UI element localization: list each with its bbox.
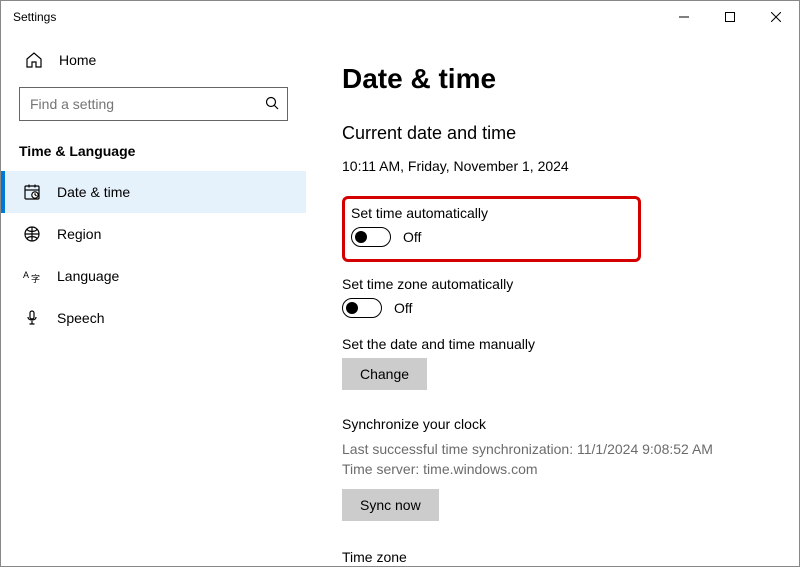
window-controls bbox=[661, 1, 799, 33]
maximize-button[interactable] bbox=[707, 1, 753, 33]
home-label: Home bbox=[59, 52, 96, 68]
main: Date & time Current date and time 10:11 … bbox=[306, 33, 799, 568]
titlebar-left: Settings bbox=[13, 10, 56, 24]
page-title: Date & time bbox=[342, 63, 763, 95]
search-icon bbox=[265, 96, 279, 113]
speech-icon bbox=[23, 309, 41, 327]
sidebar-item-label: Region bbox=[57, 226, 101, 242]
svg-text:A: A bbox=[23, 270, 29, 280]
sync-now-button[interactable]: Sync now bbox=[342, 489, 439, 521]
content: Home Time & Language Date & time Region bbox=[1, 33, 799, 568]
search-box[interactable] bbox=[19, 87, 288, 121]
sidebar-item-region[interactable]: Region bbox=[1, 213, 306, 255]
sync-block: Synchronize your clock Last successful t… bbox=[342, 416, 763, 521]
language-icon: A字 bbox=[23, 267, 41, 285]
close-button[interactable] bbox=[753, 1, 799, 33]
window-title: Settings bbox=[13, 10, 56, 24]
sidebar-item-date-time[interactable]: Date & time bbox=[1, 171, 306, 213]
set-tz-auto-label: Set time zone automatically bbox=[342, 276, 763, 292]
minimize-button[interactable] bbox=[661, 1, 707, 33]
date-time-icon bbox=[23, 183, 41, 201]
region-icon bbox=[23, 225, 41, 243]
sync-title: Synchronize your clock bbox=[342, 416, 763, 432]
sidebar: Home Time & Language Date & time Region bbox=[1, 33, 306, 568]
home-nav[interactable]: Home bbox=[1, 41, 306, 79]
svg-text:字: 字 bbox=[31, 273, 40, 284]
sidebar-item-label: Date & time bbox=[57, 184, 130, 200]
minimize-icon bbox=[679, 12, 689, 22]
sidebar-item-language[interactable]: A字 Language bbox=[1, 255, 306, 297]
highlight-annotation: Set time automatically Off bbox=[342, 196, 641, 262]
sidebar-item-speech[interactable]: Speech bbox=[1, 297, 306, 339]
manual-label: Set the date and time manually bbox=[342, 336, 763, 352]
home-icon bbox=[25, 51, 43, 69]
set-time-auto-label: Set time automatically bbox=[351, 205, 488, 221]
set-tz-auto-state: Off bbox=[394, 300, 412, 316]
search-input[interactable] bbox=[30, 96, 265, 112]
sync-last: Last successful time synchronization: 11… bbox=[342, 440, 763, 460]
timezone-label: Time zone bbox=[342, 549, 763, 565]
maximize-icon bbox=[725, 12, 735, 22]
set-time-auto-toggle[interactable] bbox=[351, 227, 391, 247]
section-header: Time & Language bbox=[1, 135, 306, 171]
sync-server: Time server: time.windows.com bbox=[342, 460, 763, 480]
sidebar-item-label: Language bbox=[57, 268, 119, 284]
set-time-auto-state: Off bbox=[403, 229, 421, 245]
current-datetime-header: Current date and time bbox=[342, 123, 763, 144]
change-button[interactable]: Change bbox=[342, 358, 427, 390]
titlebar: Settings bbox=[1, 1, 799, 33]
close-icon bbox=[771, 12, 781, 22]
current-datetime-value: 10:11 AM, Friday, November 1, 2024 bbox=[342, 158, 763, 174]
search-wrap bbox=[1, 79, 306, 135]
set-tz-auto-toggle[interactable] bbox=[342, 298, 382, 318]
sidebar-item-label: Speech bbox=[57, 310, 104, 326]
